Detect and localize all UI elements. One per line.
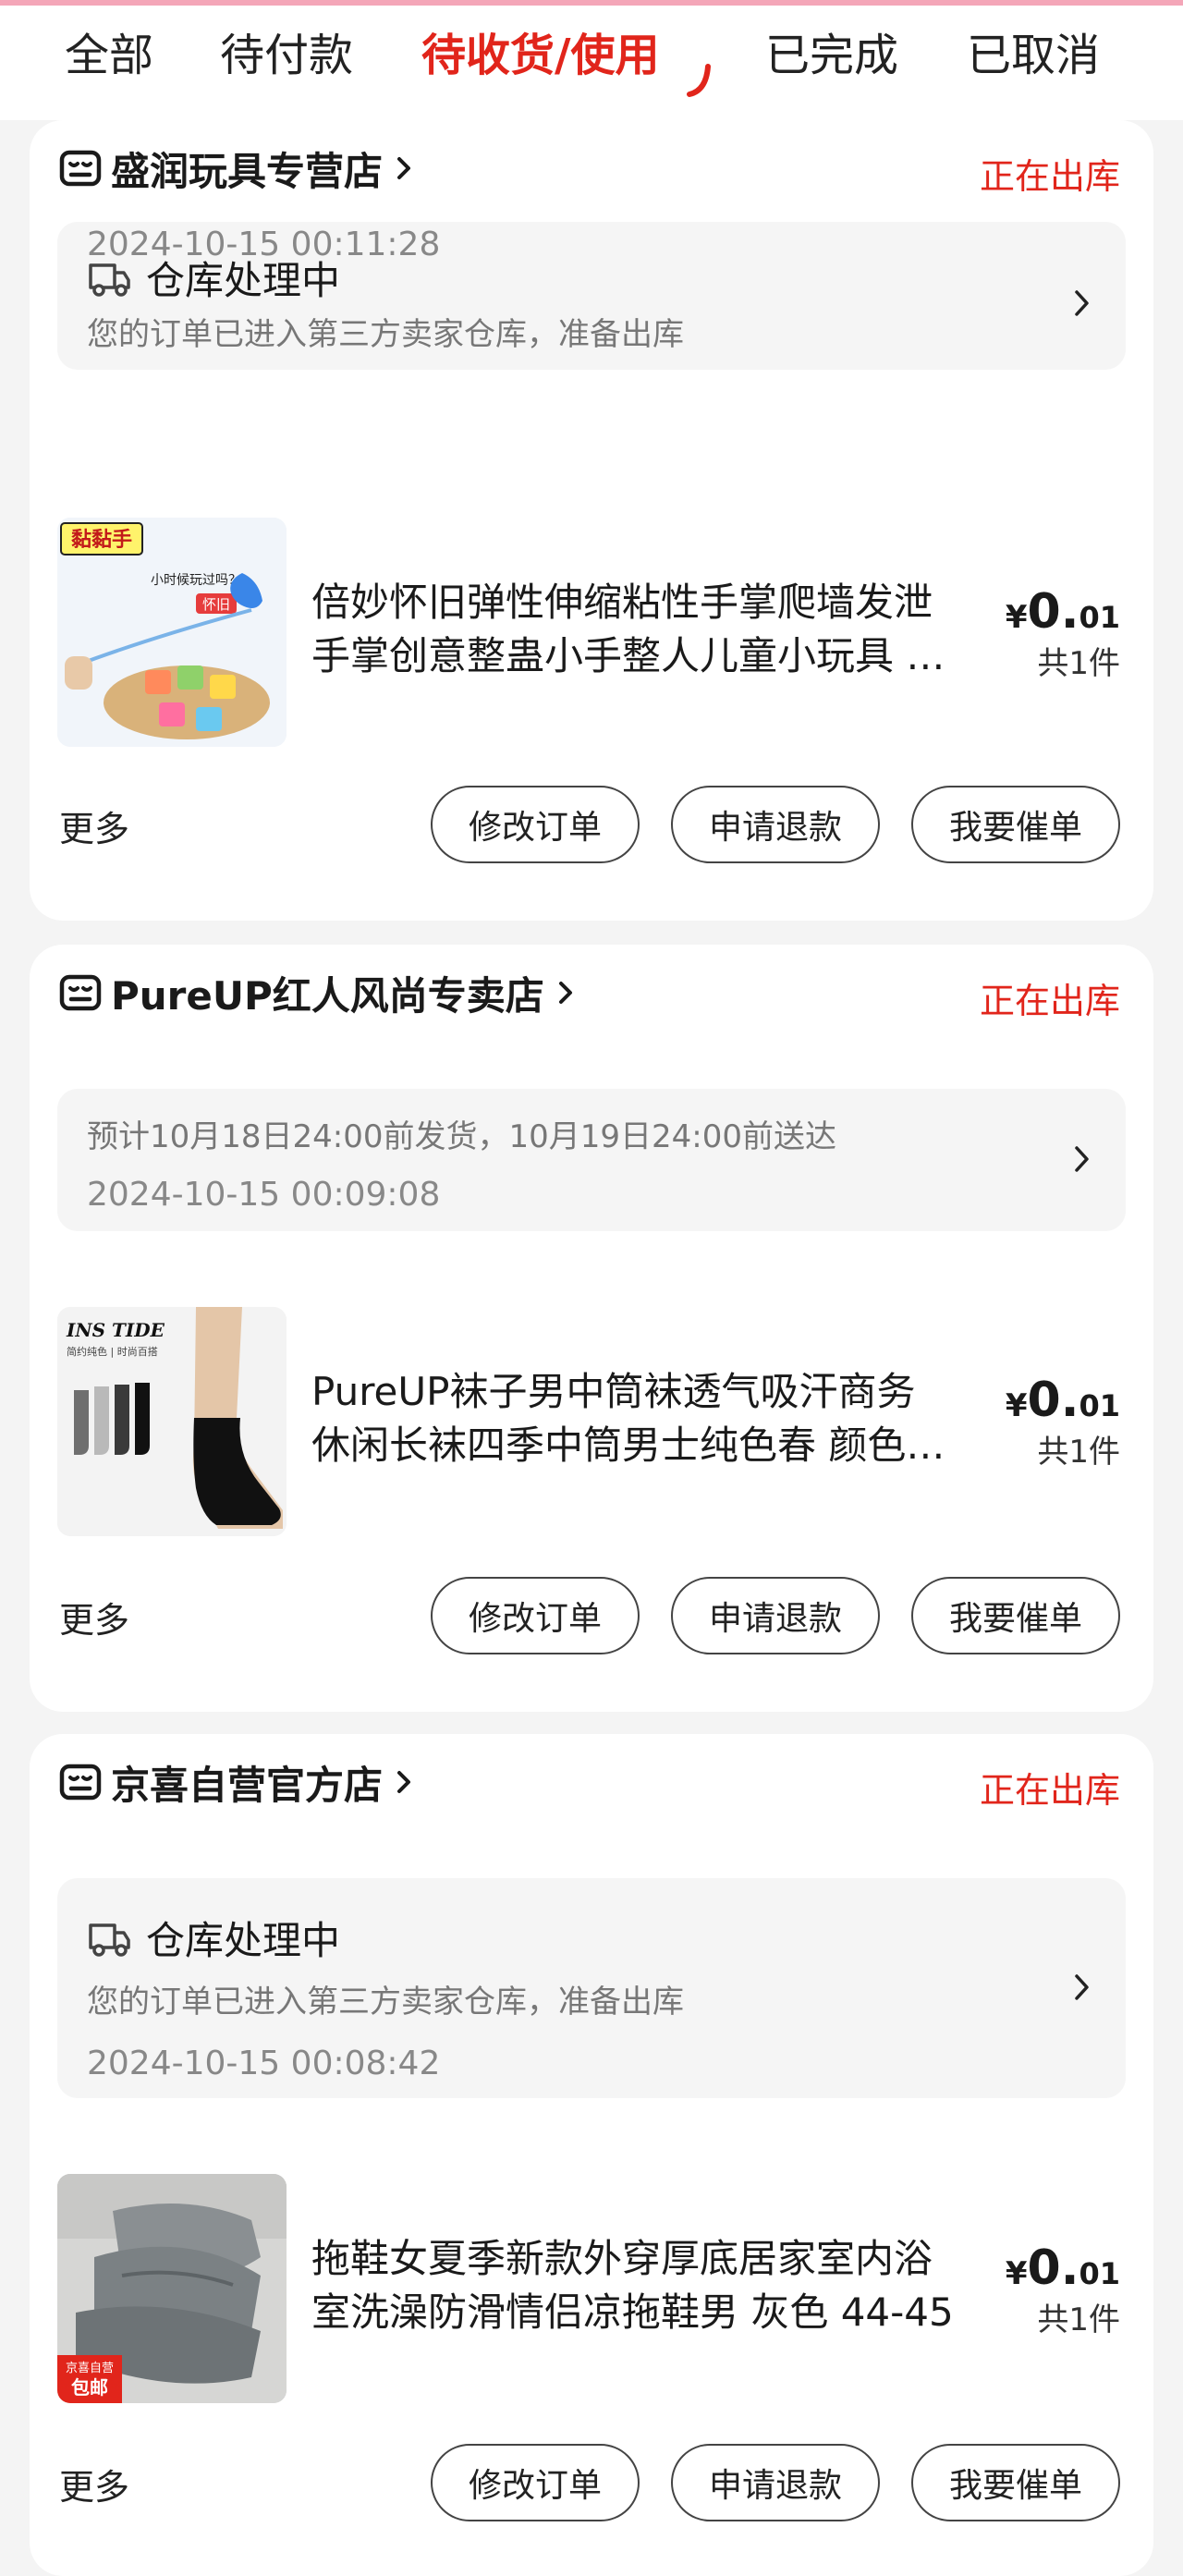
logistics-desc: 您的订单已进入第三方卖家仓库，准备出库 — [87, 316, 684, 353]
price-decimal: 01 — [1079, 2256, 1120, 2291]
price-decimal: 01 — [1079, 600, 1120, 635]
shop-name: 京喜自营官方店 — [111, 1762, 384, 1808]
tab-pending-payment[interactable]: 待付款 — [220, 33, 353, 78]
order-status: 正在出库 — [979, 1770, 1120, 1811]
logistics-time: 2024-10-15 00:08:42 — [87, 2045, 441, 2082]
logistics-desc: 预计10月18日24:00前发货，10月19日24:00前送达 — [87, 1118, 837, 1155]
urge-order-button[interactable]: 我要催单 — [911, 1577, 1120, 1654]
order-card: 盛润玩具专营店 正在出库 仓库处理中 您的订单已进入第三方卖家仓库，准备出库 2… — [30, 120, 1153, 921]
request-refund-button[interactable]: 申请退款 — [671, 1577, 880, 1654]
active-tab-swoosh-icon — [687, 64, 711, 97]
modify-order-button[interactable]: 修改订单 — [431, 1577, 640, 1654]
product-quantity: 共1件 — [1037, 645, 1120, 682]
tab-all[interactable]: 全部 — [65, 33, 153, 78]
shop-link[interactable]: 京喜自营官方店 — [57, 1754, 416, 1810]
product-thumbnail[interactable]: 黏黏手 小时候玩过吗？ 怀旧 — [57, 518, 287, 747]
logistics-info[interactable]: 仓库处理中 您的订单已进入第三方卖家仓库，准备出库 2024-10-15 00:… — [57, 1878, 1126, 2098]
request-refund-button[interactable]: 申请退款 — [671, 2444, 880, 2521]
chevron-right-icon — [558, 982, 572, 1004]
more-button[interactable]: 更多 — [59, 800, 129, 851]
logistics-time: 2024-10-15 00:09:08 — [87, 1176, 441, 1214]
shop-link[interactable]: 盛润玩具专营店 — [57, 140, 416, 196]
urge-order-button[interactable]: 我要催单 — [911, 786, 1120, 863]
urge-order-button[interactable]: 我要催单 — [911, 2444, 1120, 2521]
thumb-sub: 简约纯色 | 时尚百搭 — [67, 1345, 158, 1358]
sticky-hand-toy-image: 黏黏手 小时候玩过吗？ 怀旧 — [57, 518, 287, 747]
product-price: ¥0.01 — [1006, 2240, 1120, 2296]
product-title-line-2: 室洗澡防滑情侣凉拖鞋男 灰色 44-45 — [311, 2289, 954, 2335]
request-refund-button[interactable]: 申请退款 — [671, 786, 880, 863]
store-icon — [59, 150, 102, 187]
price-integer: 0. — [1027, 1373, 1079, 1428]
product-price: ¥0.01 — [1006, 1373, 1120, 1428]
chevron-right-icon — [397, 1771, 411, 1793]
product-title-line-1: 拖鞋女夏季新款外穿厚底居家室内浴 — [311, 2236, 933, 2281]
tab-to-receive[interactable]: 待收货/使用 — [421, 33, 660, 78]
product-quantity: 共1件 — [1037, 1434, 1120, 1471]
thumb-badge-bottom: 包邮 — [71, 2376, 108, 2399]
chevron-right-icon — [1075, 1146, 1089, 1172]
price-integer: 0. — [1027, 2240, 1079, 2296]
price-symbol: ¥ — [1005, 2255, 1028, 2292]
logistics-desc: 您的订单已进入第三方卖家仓库，准备出库 — [87, 1984, 684, 2021]
product-quantity: 共1件 — [1037, 2301, 1120, 2338]
thumb-bubble: 小时候玩过吗？ — [151, 573, 241, 588]
price-integer: 0. — [1027, 584, 1079, 640]
store-icon — [59, 1764, 102, 1801]
modify-order-button[interactable]: 修改订单 — [431, 786, 640, 863]
product-price: ¥0.01 — [1006, 584, 1120, 640]
more-button[interactable]: 更多 — [59, 2459, 129, 2509]
order-status-tabs: 全部 待付款 待收货/使用 已完成 已取消 — [0, 6, 1183, 120]
order-card: 京喜自营官方店 正在出库 仓库处理中 您的订单已进入第三方卖家仓库，准备出库 2… — [30, 1734, 1153, 2576]
warehouse-truck-icon — [89, 1923, 130, 1957]
price-decimal: 01 — [1079, 1388, 1120, 1423]
warehouse-truck-icon — [89, 262, 130, 297]
modify-order-button[interactable]: 修改订单 — [431, 2444, 640, 2521]
chevron-right-icon — [1075, 1974, 1089, 2000]
thumb-label: 黏黏手 — [71, 529, 132, 552]
chevron-right-icon — [1075, 290, 1089, 316]
logistics-time: 2024-10-15 00:11:28 — [87, 226, 441, 263]
thumb-label: INS TIDE — [66, 1319, 165, 1341]
thumb-tag: 怀旧 — [202, 596, 230, 613]
order-status: 正在出库 — [979, 981, 1120, 1021]
gray-slippers-image: 京喜自营 包邮 — [57, 2174, 287, 2403]
price-symbol: ¥ — [1005, 599, 1028, 636]
logistics-title: 仓库处理中 — [146, 1918, 341, 1963]
shop-name: PureUP红人风尚专卖店 — [111, 972, 544, 1019]
tab-completed[interactable]: 已完成 — [765, 33, 898, 78]
store-icon — [59, 974, 102, 1011]
product-title-line-1: PureUP袜子男中筒袜透气吸汗商务 — [311, 1369, 916, 1414]
product-thumbnail[interactable]: 京喜自营 包邮 — [57, 2174, 287, 2403]
shop-name: 盛润玩具专营店 — [111, 148, 384, 194]
order-card: PureUP红人风尚专卖店 正在出库 预计10月18日24:00前发货，10月1… — [30, 945, 1153, 1712]
product-title[interactable]: 倍妙怀旧弹性伸缩粘性手掌爬墙发泄 手掌创意整蛊小手整人儿童小玩具 … — [311, 576, 977, 683]
thumb-badge-top: 京喜自营 — [66, 2362, 114, 2375]
price-symbol: ¥ — [1005, 1387, 1028, 1424]
product-title-line-2: 手掌创意整蛊小手整人儿童小玩具 … — [311, 633, 945, 678]
black-socks-image: INS TIDE 简约纯色 | 时尚百搭 — [57, 1307, 287, 1536]
tab-cancelled[interactable]: 已取消 — [967, 33, 1100, 78]
product-title[interactable]: 拖鞋女夏季新款外穿厚底居家室内浴 室洗澡防滑情侣凉拖鞋男 灰色 44-45 — [311, 2232, 977, 2339]
chevron-right-icon — [397, 157, 411, 179]
product-thumbnail[interactable]: INS TIDE 简约纯色 | 时尚百搭 — [57, 1307, 287, 1536]
product-title-line-1: 倍妙怀旧弹性伸缩粘性手掌爬墙发泄 — [311, 580, 933, 625]
order-status: 正在出库 — [979, 156, 1120, 197]
logistics-info[interactable]: 预计10月18日24:00前发货，10月19日24:00前送达 2024-10-… — [57, 1089, 1126, 1231]
more-button[interactable]: 更多 — [59, 1592, 129, 1642]
product-title-line-2: 休闲长袜四季中筒男士纯色春 颜色… — [311, 1422, 945, 1468]
product-title[interactable]: PureUP袜子男中筒袜透气吸汗商务 休闲长袜四季中筒男士纯色春 颜色… — [311, 1365, 977, 1472]
shop-link[interactable]: PureUP红人风尚专卖店 — [57, 965, 578, 1020]
